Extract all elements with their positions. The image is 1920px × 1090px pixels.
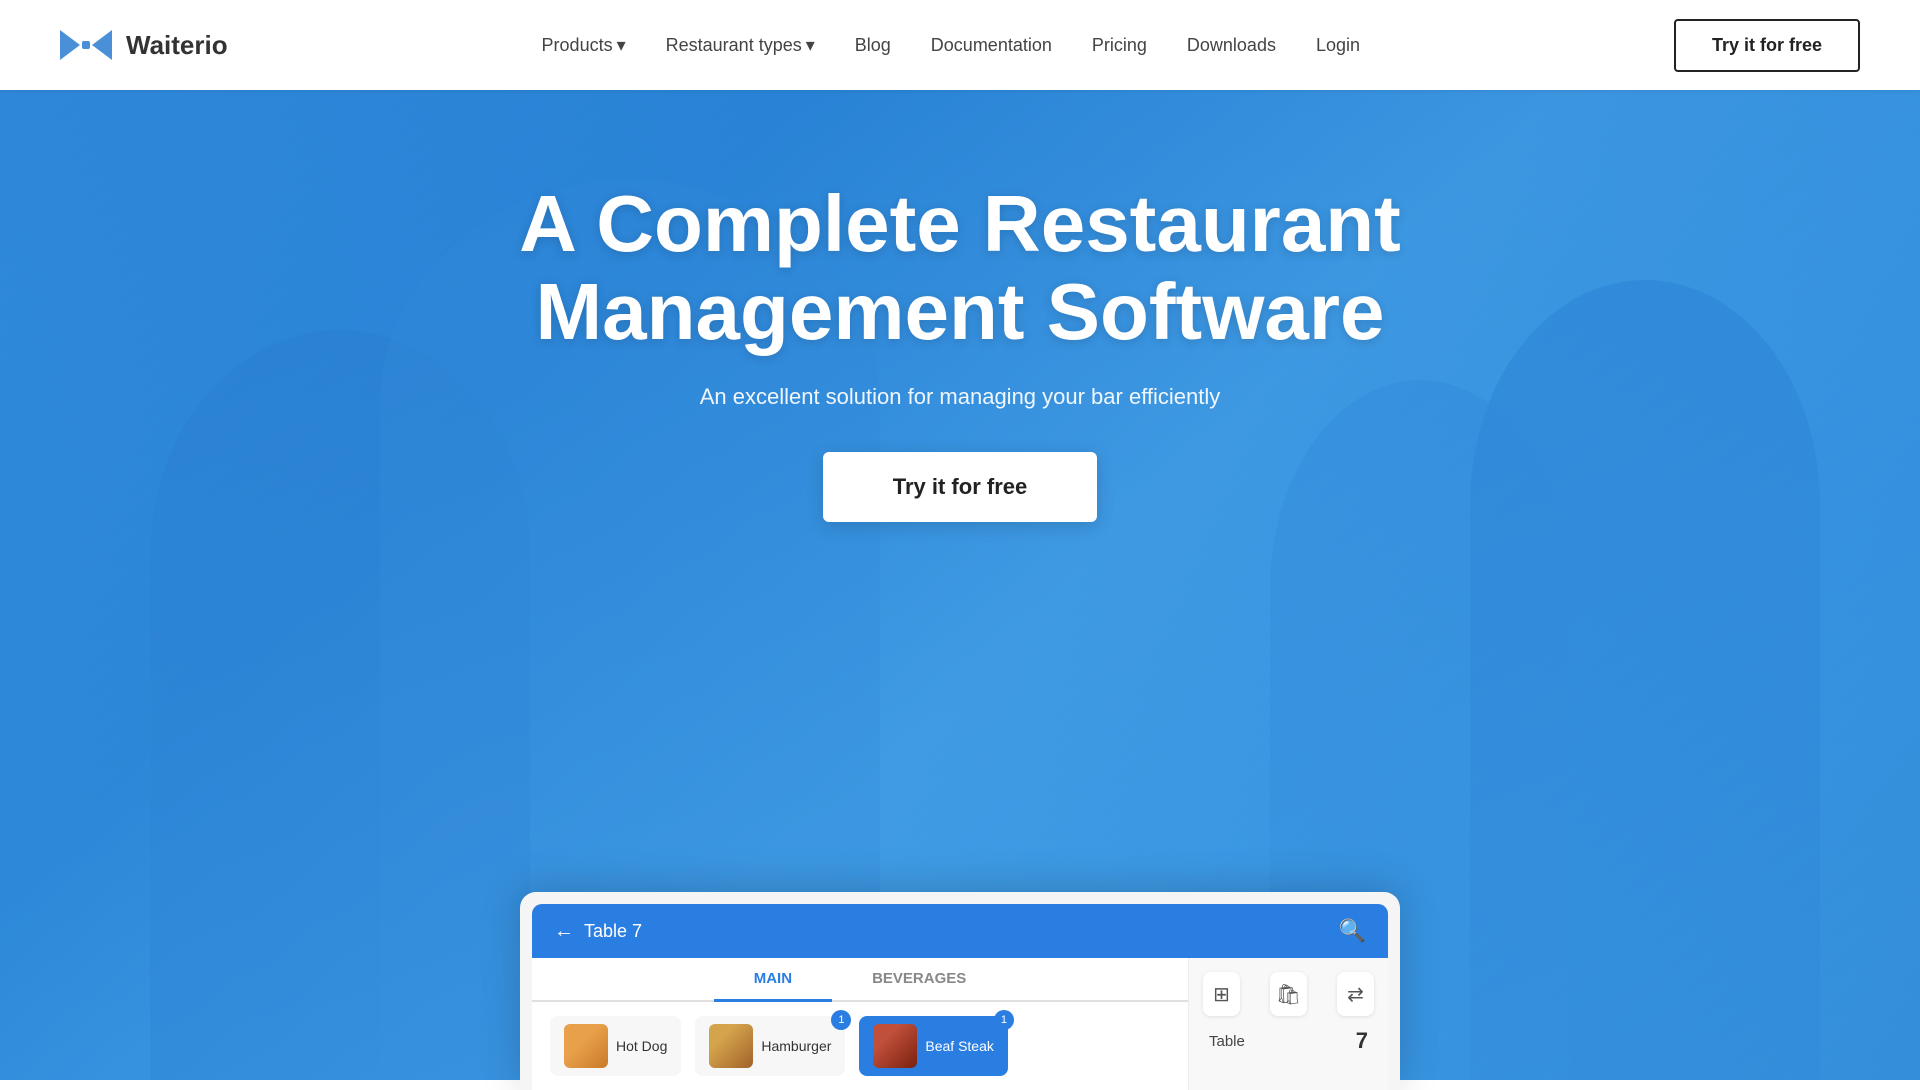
nav-documentation[interactable]: Documentation [931,35,1052,56]
app-header-left: ← Table 7 [554,920,642,943]
hero-cta-button[interactable]: Try it for free [823,452,1097,522]
right-panel-icons: ⊞ 🛍 ⇄ [1203,972,1374,1016]
menu-item-wrap-hotdog: Hot Dog [550,1016,681,1076]
menu-item-hotdog[interactable]: Hot Dog [550,1016,681,1076]
menu-item-wrap-beafsteak: Beaf Steak 1 [859,1016,1008,1076]
table-number: 7 [1356,1028,1368,1054]
menu-item-label-beafsteak: Beaf Steak [925,1038,994,1054]
transfer-icon[interactable]: ⇄ [1337,972,1374,1016]
menu-item-label-hotdog: Hot Dog [616,1038,667,1054]
nav-links: Products ▾ Restaurant types ▾ Blog Docum… [542,35,1360,56]
menu-item-beafsteak[interactable]: Beaf Steak [859,1016,1008,1076]
app-menu-section: MAIN BEVERAGES Hot Dog [532,958,1188,1090]
hero-subtitle: An excellent solution for managing your … [700,384,1221,410]
hero-title: A Complete Restaurant Management Softwar… [510,180,1410,356]
app-header: ← Table 7 🔍 [532,904,1388,958]
hero-section: A Complete Restaurant Management Softwar… [0,0,1920,1080]
app-right-panel: ⊞ 🛍 ⇄ Table 7 [1188,958,1388,1090]
menu-item-hamburger[interactable]: Hamburger [695,1016,845,1076]
back-arrow-icon[interactable]: ← [554,920,574,943]
nav-blog[interactable]: Blog [855,35,891,56]
app-tabs: MAIN BEVERAGES [532,958,1188,1002]
tab-main[interactable]: MAIN [714,958,832,1002]
grid-icon[interactable]: ⊞ [1203,972,1240,1016]
nav-pricing[interactable]: Pricing [1092,35,1147,56]
nav-restaurant-types[interactable]: Restaurant types ▾ [666,35,815,56]
menu-item-label-hamburger: Hamburger [761,1038,831,1054]
app-body: MAIN BEVERAGES Hot Dog [532,958,1388,1090]
nav-cta-button[interactable]: Try it for free [1674,19,1860,72]
logo[interactable]: Waiterio [60,30,228,61]
table-label: Table 7 [584,921,642,942]
badge-hamburger: 1 [831,1010,851,1030]
nav-login[interactable]: Login [1316,35,1360,56]
chevron-down-icon: ▾ [617,35,626,56]
bag-icon[interactable]: 🛍 [1270,972,1307,1016]
menu-items-list: Hot Dog Hamburger 1 [532,1002,1188,1090]
search-icon[interactable]: 🔍 [1339,918,1366,944]
table-text: Table [1209,1033,1245,1050]
badge-beafsteak: 1 [994,1010,1014,1030]
navbar: Waiterio Products ▾ Restaurant types ▾ B… [0,0,1920,90]
bowtie-icon [60,30,112,60]
menu-item-wrap-hamburger: Hamburger 1 [695,1016,845,1076]
brand-name: Waiterio [126,30,228,61]
app-screenshot: ← Table 7 🔍 MAIN BEVERAGES [520,892,1400,1090]
table-info: Table 7 [1203,1028,1374,1054]
tab-beverages[interactable]: BEVERAGES [832,958,1006,1002]
food-image-hamburger [709,1024,753,1068]
app-inner: ← Table 7 🔍 MAIN BEVERAGES [532,904,1388,1090]
nav-downloads[interactable]: Downloads [1187,35,1276,56]
food-image-hotdog [564,1024,608,1068]
chevron-down-icon: ▾ [806,35,815,56]
nav-products[interactable]: Products ▾ [542,35,626,56]
food-image-beafsteak [873,1024,917,1068]
